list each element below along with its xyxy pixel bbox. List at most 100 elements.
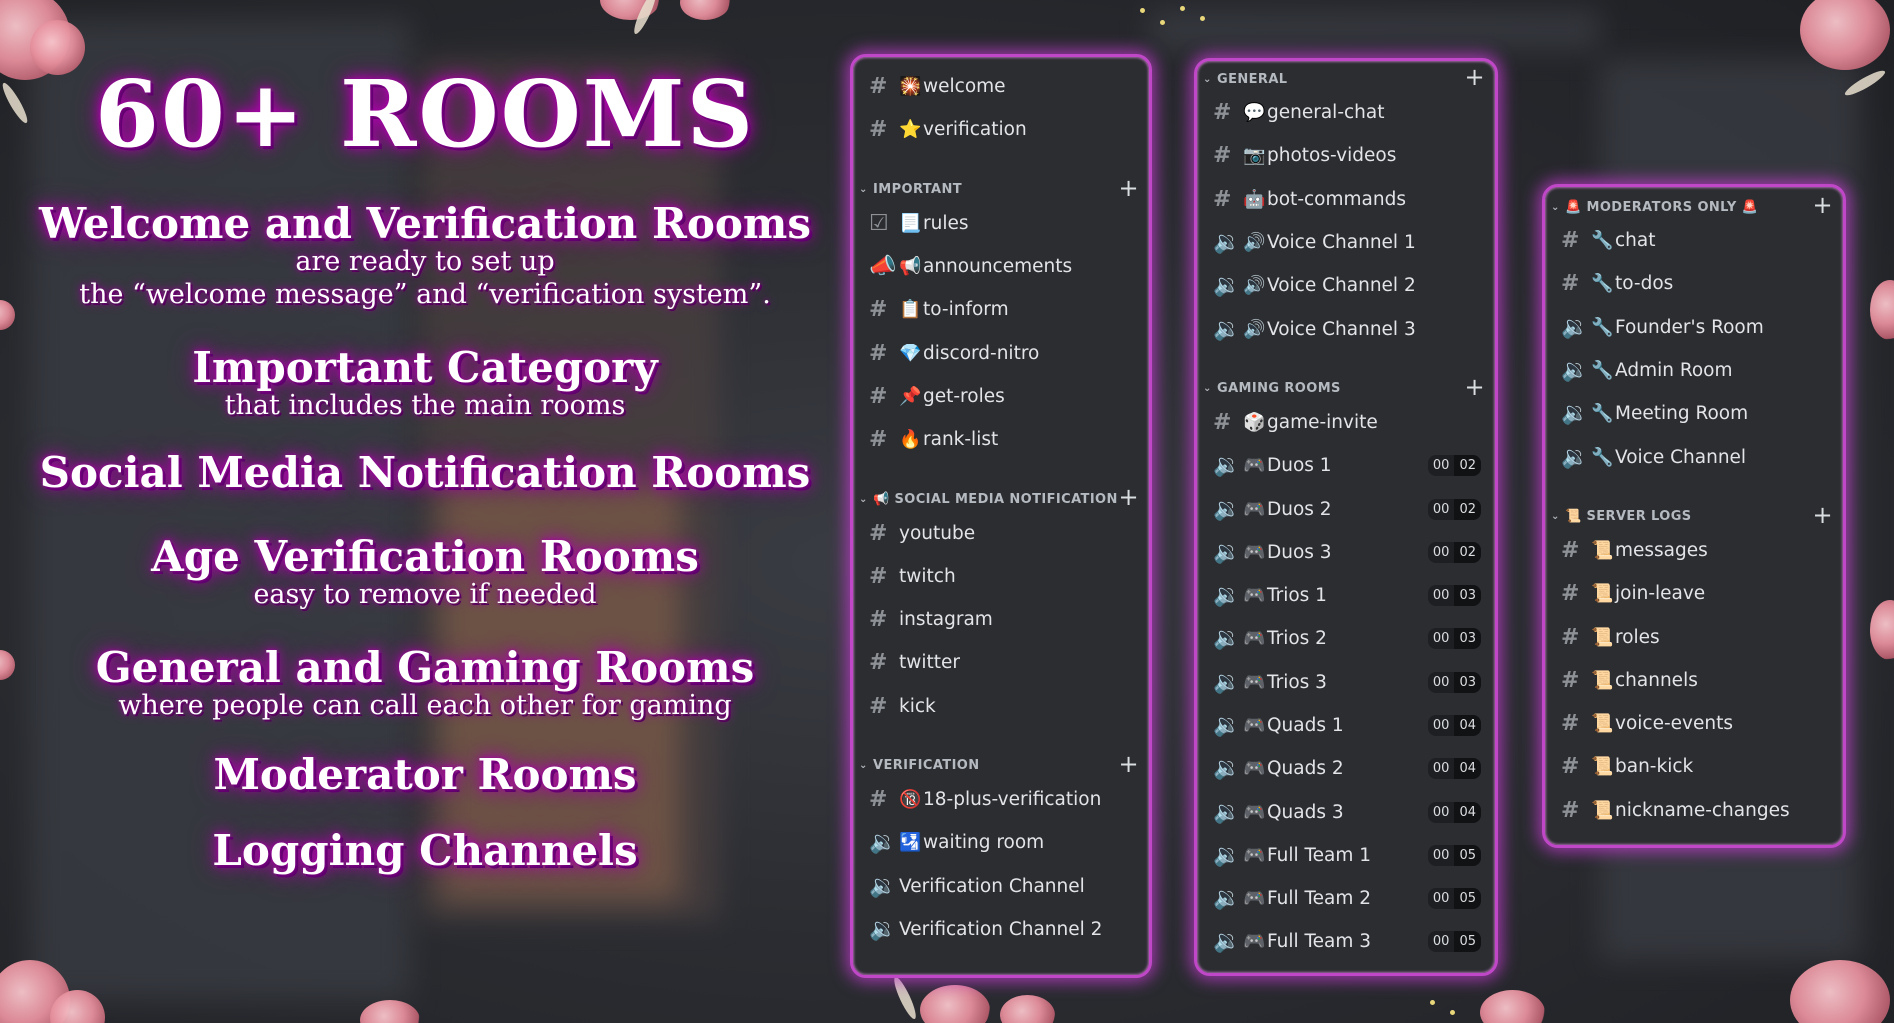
channel-name: Meeting Room	[1615, 403, 1749, 425]
text-channel-nickname-changes[interactable]: # 📜 nickname-changes	[1545, 789, 1843, 832]
channel-emoji-icon: 🎮	[1243, 455, 1266, 477]
text-channel-messages[interactable]: # 📜 messages	[1545, 529, 1843, 572]
voice-channel-quads-1[interactable]: 🔉 🎮 Quads 1 00 04	[1197, 704, 1495, 747]
rules-icon: ☑	[869, 210, 889, 236]
text-channel-photos-videos[interactable]: # 📷 photos-videos	[1197, 134, 1495, 177]
feature-logging: Logging Channels	[20, 829, 830, 873]
voice-channel-full-team-3[interactable]: 🔉 🎮 Full Team 3 00 05	[1197, 920, 1495, 963]
text-channel-to-inform[interactable]: # 📋 to-inform	[853, 288, 1149, 331]
category-header[interactable]: ⌄ VERIFICATION +	[853, 750, 1149, 778]
category-label: 📢 SOCIAL MEDIA NOTIFICATION	[873, 491, 1118, 507]
user-count: 00	[1427, 844, 1455, 866]
channel-emoji-icon: 🎮	[1243, 628, 1266, 650]
hash-icon: #	[869, 427, 888, 453]
category-header[interactable]: ⌄ 🚨 MODERATORS ONLY 🚨 +	[1545, 191, 1843, 219]
add-channel-icon[interactable]: +	[1118, 750, 1139, 778]
category-header[interactable]: ⌄ GAMING ROOMS +	[1197, 373, 1495, 401]
voice-channel-verification-channel[interactable]: 🔉 Verification Channel	[853, 864, 1149, 907]
user-limit: 04	[1454, 801, 1481, 823]
voice-channel-quads-3[interactable]: 🔉 🎮 Quads 3 00 04	[1197, 790, 1495, 833]
voice-channel-quads-2[interactable]: 🔉 🎮 Quads 2 00 04	[1197, 747, 1495, 790]
text-channel-get-roles[interactable]: # 📌 get-roles	[853, 375, 1149, 418]
voice-channel-meeting-room[interactable]: 🔉 🔧 Meeting Room	[1545, 392, 1843, 435]
add-channel-icon[interactable]: +	[1464, 63, 1485, 91]
text-channel-ban-kick[interactable]: # 📜 ban-kick	[1545, 745, 1843, 788]
channel-emoji-icon: 🔥	[899, 429, 922, 451]
add-channel-icon[interactable]: +	[1812, 501, 1833, 529]
user-limit-badge: 00 04	[1427, 758, 1481, 780]
hash-icon: #	[1561, 624, 1580, 650]
channel-name: voice-events	[1615, 713, 1733, 735]
voice-channel-duos-3[interactable]: 🔉 🎮 Duos 3 00 02	[1197, 531, 1495, 574]
category-header[interactable]: ⌄ 📜 SERVER LOGS +	[1545, 501, 1843, 529]
text-channel-twitter[interactable]: # twitter	[853, 641, 1149, 684]
voice-channel-founder-s-room[interactable]: 🔉 🔧 Founder's Room	[1545, 306, 1843, 349]
user-count: 00	[1427, 498, 1455, 520]
voice-channel-voice-channel[interactable]: 🔉 🔧 Voice Channel	[1545, 435, 1843, 478]
voice-channel-voice-channel-2[interactable]: 🔉 🔊 Voice Channel 2	[1197, 264, 1495, 307]
text-channel-kick[interactable]: # kick	[853, 685, 1149, 728]
text-channel-twitch[interactable]: # twitch	[853, 555, 1149, 598]
voice-channel-trios-1[interactable]: 🔉 🎮 Trios 1 00 03	[1197, 574, 1495, 617]
text-channel-voice-events[interactable]: # 📜 voice-events	[1545, 702, 1843, 745]
voice-channel-waiting-room[interactable]: 🔉 🛂 waiting room	[853, 821, 1149, 864]
channel-emoji-icon: 📜	[1591, 799, 1614, 821]
feature-heading: Welcome and Verification Rooms	[39, 199, 811, 248]
channel-emoji-icon: 🎮	[1243, 801, 1266, 823]
text-channel-join-leave[interactable]: # 📜 join-leave	[1545, 572, 1843, 615]
user-count: 00	[1427, 801, 1455, 823]
voice-channel-verification-channel-2[interactable]: 🔉 Verification Channel 2	[853, 908, 1149, 951]
text-channel-bot-commands[interactable]: # 🤖 bot-commands	[1197, 178, 1495, 221]
text-channel-instagram[interactable]: # instagram	[853, 598, 1149, 641]
voice-channel-admin-room[interactable]: 🔉 🔧 Admin Room	[1545, 349, 1843, 392]
channel-emoji-icon: 📌	[899, 385, 922, 407]
user-limit-badge: 00 02	[1427, 498, 1481, 520]
text-channel-18-plus-verification[interactable]: # 🔞 18-plus-verification	[853, 778, 1149, 821]
hash-icon: #	[869, 74, 888, 100]
feature-moderator: Moderator Rooms	[20, 753, 830, 797]
voice-channel-voice-channel-3[interactable]: 🔉 🔊 Voice Channel 3	[1197, 307, 1495, 350]
text-channel-verification[interactable]: # ⭐ verification	[853, 108, 1149, 151]
category-header[interactable]: ⌄ GENERAL +	[1197, 63, 1495, 91]
text-channel-rules[interactable]: ☑ 📃 rules	[853, 202, 1149, 245]
voice-channel-duos-2[interactable]: 🔉 🎮 Duos 2 00 02	[1197, 487, 1495, 530]
leaf-decoration	[890, 975, 920, 1021]
user-count: 00	[1427, 628, 1455, 650]
add-channel-icon[interactable]: +	[1118, 174, 1139, 202]
channel-category-general: ⌄ GENERAL + # 💬 general-chat # 📷 photos-videos # 🤖…	[1197, 63, 1495, 351]
voice-channel-duos-1[interactable]: 🔉 🎮 Duos 1 00 02	[1197, 444, 1495, 487]
channel-name: join-leave	[1615, 583, 1706, 605]
text-channel-announcements[interactable]: 📣 📢 announcements	[853, 245, 1149, 288]
text-channel-welcome[interactable]: # 🎇 welcome	[853, 65, 1149, 108]
flower-decoration	[0, 300, 15, 330]
category-header[interactable]: ⌄ IMPORTANT +	[853, 174, 1149, 202]
voice-channel-trios-3[interactable]: 🔉 🎮 Trios 3 00 03	[1197, 661, 1495, 704]
voice-channel-full-team-1[interactable]: 🔉 🎮 Full Team 1 00 05	[1197, 834, 1495, 877]
text-channel-general-chat[interactable]: # 💬 general-chat	[1197, 91, 1495, 134]
voice-channel-full-team-2[interactable]: 🔉 🎮 Full Team 2 00 05	[1197, 877, 1495, 920]
text-channel-channels[interactable]: # 📜 channels	[1545, 659, 1843, 702]
text-channel-to-dos[interactable]: # 🔧 to-dos	[1545, 262, 1843, 305]
text-channel-roles[interactable]: # 📜 roles	[1545, 615, 1843, 658]
feature-general-gaming: General and Gaming Rooms where people ca…	[20, 646, 830, 723]
channel-name: Voice Channel 2	[1267, 275, 1416, 297]
text-channel-rank-list[interactable]: # 🔥 rank-list	[853, 418, 1149, 461]
channel-emoji-icon: 📃	[899, 212, 922, 234]
channel-name: welcome	[923, 76, 1006, 98]
channel-emoji-icon: 🎮	[1243, 715, 1266, 736]
category-header[interactable]: ⌄ 📢 SOCIAL MEDIA NOTIFICATION +	[853, 483, 1149, 511]
add-channel-icon[interactable]: +	[1812, 191, 1833, 219]
add-channel-icon[interactable]: +	[1464, 373, 1485, 401]
text-channel-youtube[interactable]: # youtube	[853, 511, 1149, 554]
chevron-down-icon: ⌄	[1551, 201, 1560, 213]
voice-channel-voice-channel-1[interactable]: 🔉 🔊 Voice Channel 1	[1197, 221, 1495, 264]
add-channel-icon[interactable]: +	[1118, 483, 1139, 511]
channel-name: 18-plus-verification	[923, 789, 1102, 810]
text-channel-chat[interactable]: # 🔧 chat	[1545, 219, 1843, 262]
voice-channel-trios-2[interactable]: 🔉 🎮 Trios 2 00 03	[1197, 617, 1495, 660]
channel-emoji-icon: 🎇	[899, 76, 922, 98]
feature-line: easy to remove if needed	[253, 579, 597, 611]
channel-name: photos-videos	[1267, 145, 1397, 167]
text-channel-discord-nitro[interactable]: # 💎 discord-nitro	[853, 331, 1149, 374]
text-channel-game-invite[interactable]: # 🎲 game-invite	[1197, 401, 1495, 444]
